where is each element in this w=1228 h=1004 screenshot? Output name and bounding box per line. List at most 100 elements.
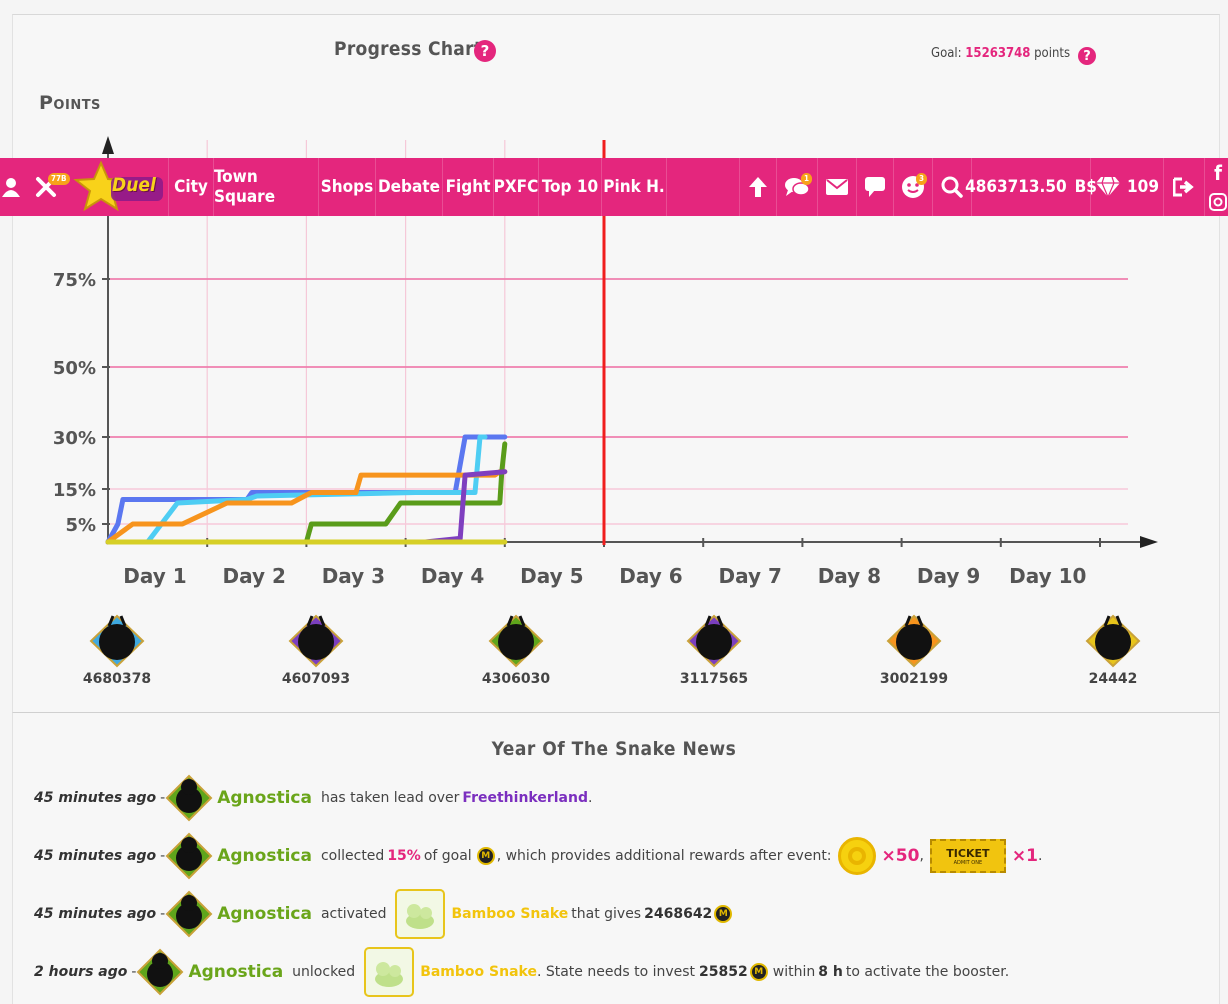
- gems-value: 109: [1127, 177, 1159, 197]
- nav-item-shops[interactable]: Shops: [319, 158, 375, 216]
- nav-separator: [1204, 158, 1205, 216]
- chat-badge: 1: [801, 173, 813, 185]
- reward-count: ×50: [881, 846, 920, 866]
- frog-icon[interactable]: [165, 832, 213, 880]
- diamond-icon: [1096, 176, 1121, 198]
- instagram-icon[interactable]: [1208, 187, 1228, 216]
- amount: 2468642: [644, 906, 713, 922]
- nav-item-fight[interactable]: Fight: [443, 158, 493, 216]
- eagle-icon[interactable]: [884, 612, 944, 670]
- news-text: . State needs to invest: [536, 964, 696, 980]
- nav-item-top-10[interactable]: Top 10: [539, 158, 601, 216]
- butterfly-icon[interactable]: [1083, 612, 1143, 670]
- gems-display[interactable]: 109: [1091, 158, 1163, 216]
- booster-link[interactable]: Bamboo Snake: [451, 906, 568, 922]
- arrow-up-icon[interactable]: [740, 158, 776, 216]
- news-text: activated: [320, 906, 387, 922]
- state-link[interactable]: Agnostica: [188, 962, 283, 982]
- fish-icon[interactable]: [286, 612, 346, 670]
- news-comma: ,: [919, 848, 924, 864]
- news-text: collected: [320, 848, 385, 864]
- goal-percent: 15%: [387, 848, 421, 864]
- mail-icon[interactable]: [818, 158, 856, 216]
- x-tick-label: Day 2: [222, 564, 285, 588]
- nav-item-city[interactable]: City: [169, 158, 213, 216]
- chat-icon[interactable]: 1: [777, 158, 817, 216]
- state-score: 4680378: [82, 671, 152, 687]
- emoji-icon[interactable]: 3: [894, 158, 932, 216]
- ticket-reward-icon: TICKET ADMIT ONE: [929, 839, 1006, 873]
- coin-icon: M: [476, 847, 495, 865]
- coin-icon: M: [749, 963, 768, 981]
- news-item: 45 minutes ago - Agnostica collected 15%…: [34, 831, 1042, 881]
- state-score: 4306030: [481, 671, 551, 687]
- ticket-label: TICKET: [946, 846, 990, 860]
- duration: 8 h: [818, 964, 843, 980]
- state-score: 3002199: [879, 671, 949, 687]
- booster-link[interactable]: Bamboo Snake: [420, 964, 537, 980]
- state-score: 4607093: [281, 671, 351, 687]
- y-tick-label: 15%: [53, 480, 96, 501]
- x-tick-label: Day 9: [917, 564, 980, 588]
- state-link[interactable]: Agnostica: [217, 846, 312, 866]
- news-item: 2 hours ago - Agnostica unlocked Bamboo …: [34, 947, 1012, 997]
- state-link[interactable]: Freethinkerland: [462, 790, 588, 806]
- news-text: that gives: [571, 906, 642, 922]
- news-text: has taken lead over: [320, 790, 460, 806]
- news-time: 45 minutes ago: [34, 848, 157, 864]
- x-tick-label: Day 8: [818, 564, 881, 588]
- state-link[interactable]: Agnostica: [217, 788, 312, 808]
- y-tick-label: 5%: [65, 515, 96, 536]
- frog-icon[interactable]: [165, 890, 213, 938]
- news-time: 45 minutes ago: [34, 790, 157, 806]
- news-text: , which provides additional rewards afte…: [496, 848, 832, 864]
- ticket-sub-label: ADMIT ONE: [953, 859, 983, 866]
- x-tick-label: Day 7: [718, 564, 781, 588]
- state-score: 24442: [1088, 671, 1138, 687]
- news-period: .: [1037, 848, 1043, 864]
- frog-icon[interactable]: [486, 612, 546, 670]
- bamboo-snake-booster-icon[interactable]: [395, 889, 446, 939]
- y-tick-label: 30%: [53, 428, 96, 449]
- news-text: of goal: [423, 848, 472, 864]
- message-icon[interactable]: [857, 158, 893, 216]
- nav-item-pxfc[interactable]: PXFC: [494, 158, 539, 216]
- x-tick-label: Day 3: [322, 564, 385, 588]
- close-badge: 77B: [48, 173, 70, 185]
- emoji-badge: 3: [916, 173, 928, 185]
- frog-icon[interactable]: [136, 948, 184, 996]
- x-tick-label: Day 1: [123, 564, 186, 588]
- y-tick-label: 50%: [53, 358, 96, 379]
- bamboo-snake-booster-icon[interactable]: [364, 947, 415, 997]
- balance-display[interactable]: 4863713.50 B$: [965, 158, 1097, 216]
- news-time: 45 minutes ago: [34, 906, 157, 922]
- top-nav-bar: 77B Duel City Town Square Shops Debate F…: [0, 158, 1228, 216]
- nav-item-town-square[interactable]: Town Square: [214, 158, 318, 216]
- nav-separator: [666, 158, 667, 216]
- user-icon[interactable]: [0, 158, 22, 216]
- duel-star-logo[interactable]: Duel: [70, 158, 168, 216]
- owl-icon[interactable]: [684, 612, 744, 670]
- logo-text: Duel: [112, 174, 156, 196]
- facebook-icon[interactable]: f: [1208, 158, 1228, 187]
- reward-count: ×1: [1011, 846, 1038, 866]
- news-period: .: [587, 790, 593, 806]
- x-tick-label: Day 4: [421, 564, 484, 588]
- progress-chart: 5% 15% 30% 50% 75% Day 1 Day 2 Day 3 Day 4 Day 5 D…: [53, 136, 1158, 588]
- state-score: 3117565: [679, 671, 749, 687]
- amount: 25852: [699, 964, 748, 980]
- news-item: 45 minutes ago - Agnostica has taken lea…: [34, 773, 592, 823]
- deer-icon[interactable]: [87, 612, 147, 670]
- page: Progress Chart ? Goal: 15263748 points ?…: [0, 0, 1228, 1004]
- x-tick-label: Day 10: [1009, 564, 1086, 588]
- gold-coin-reward-icon: [837, 837, 876, 875]
- y-tick-label: 75%: [53, 270, 96, 291]
- state-link[interactable]: Agnostica: [217, 904, 312, 924]
- close-icon[interactable]: 77B: [30, 158, 70, 216]
- frog-icon[interactable]: [165, 774, 213, 822]
- nav-item-debate[interactable]: Debate: [376, 158, 442, 216]
- nav-item-pink-h[interactable]: Pink H.: [602, 158, 666, 216]
- news-item: 45 minutes ago - Agnostica activated Bam…: [34, 889, 734, 939]
- news-text: to activate the booster.: [845, 964, 1010, 980]
- logout-icon[interactable]: [1164, 158, 1204, 216]
